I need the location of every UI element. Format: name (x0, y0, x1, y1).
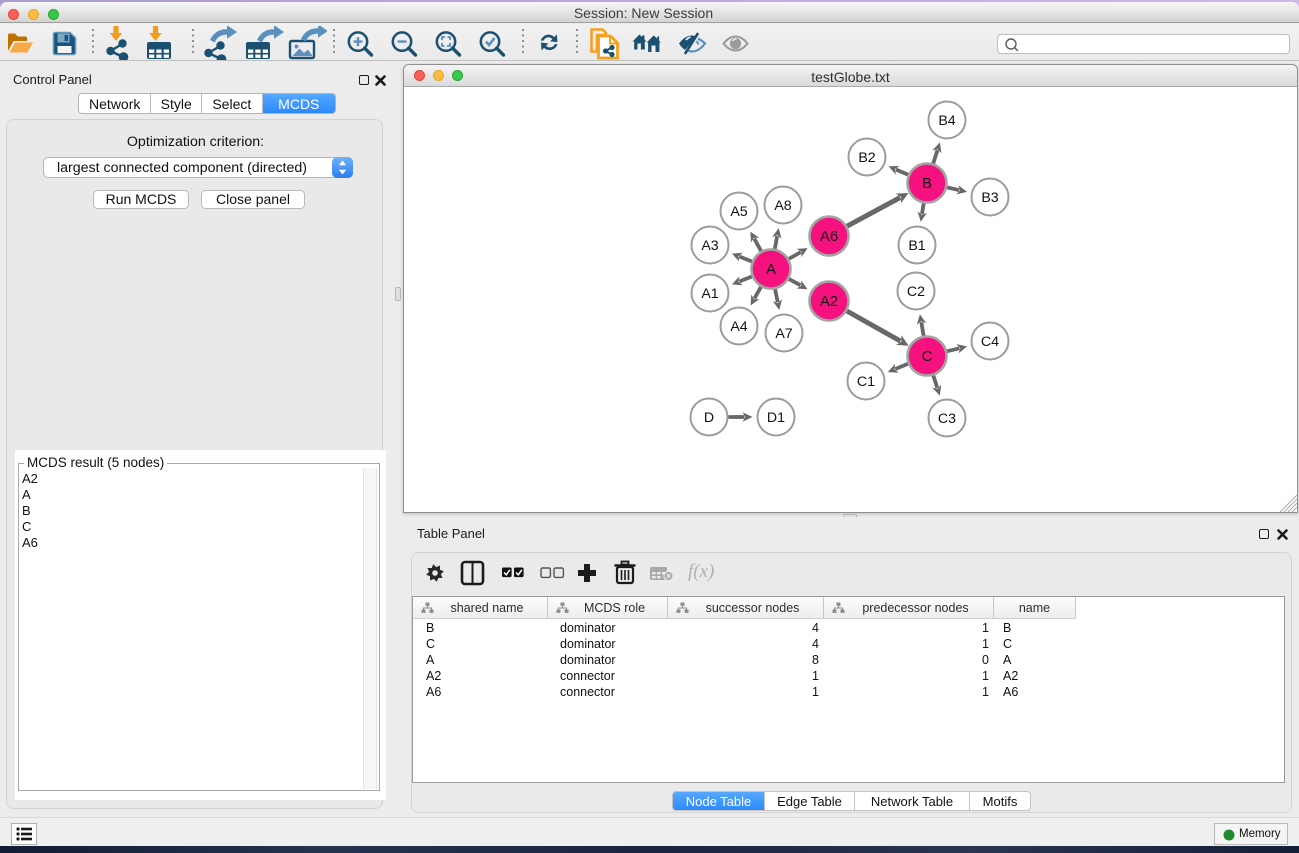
svg-text:B4: B4 (938, 113, 955, 129)
svg-text:A8: A8 (774, 198, 791, 214)
svg-text:C: C (922, 348, 933, 365)
svg-text:B2: B2 (858, 150, 875, 166)
svg-text:A4: A4 (730, 319, 747, 335)
svg-text:A2: A2 (820, 293, 838, 310)
svg-text:D1: D1 (767, 410, 785, 426)
svg-text:A6: A6 (820, 228, 838, 245)
svg-text:B1: B1 (908, 238, 925, 254)
svg-text:A3: A3 (701, 238, 718, 254)
svg-text:A1: A1 (701, 286, 718, 302)
svg-text:B3: B3 (981, 190, 998, 206)
svg-text:B: B (922, 175, 932, 192)
svg-text:A5: A5 (730, 204, 747, 220)
svg-text:A7: A7 (775, 326, 792, 342)
svg-text:D: D (704, 410, 714, 426)
svg-text:A: A (766, 261, 776, 278)
svg-text:C3: C3 (938, 411, 956, 427)
svg-text:C1: C1 (857, 374, 875, 390)
svg-text:C4: C4 (981, 334, 999, 350)
svg-text:C2: C2 (907, 284, 925, 300)
